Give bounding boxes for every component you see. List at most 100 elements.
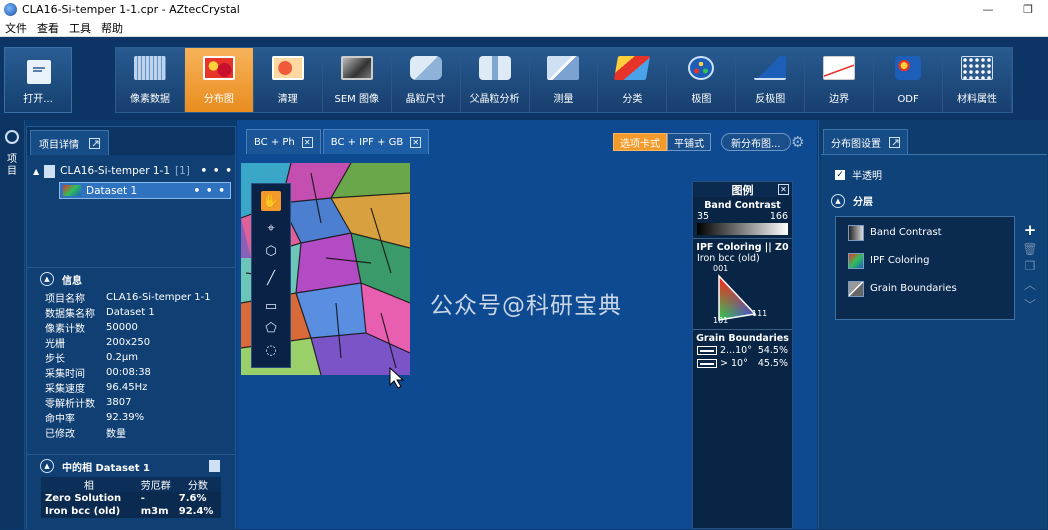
semi-transparent-checkbox[interactable]: ✓ 半透明 xyxy=(835,167,882,182)
tab-bc-ph[interactable]: BC + Ph ✕ xyxy=(246,129,321,154)
layer-band-contrast[interactable]: Band Contrast xyxy=(836,220,1014,245)
layers-header[interactable]: ▲ 分层 xyxy=(831,193,873,208)
delete-layer-icon[interactable]: 🗑 xyxy=(1022,242,1037,256)
copy-layer-icon[interactable]: ❐ xyxy=(1025,259,1036,273)
app-icon xyxy=(4,3,17,16)
add-layer-icon[interactable]: + xyxy=(1024,221,1037,239)
tool-material-props[interactable]: 材料属性 xyxy=(943,48,1012,112)
info-row: 已修改 数量 xyxy=(45,425,211,440)
tool-inverse-pole-figure[interactable]: 反极图 xyxy=(736,48,806,112)
tree-dataset-row[interactable]: Dataset 1 • • • xyxy=(59,182,231,199)
tool-label: 分类 xyxy=(622,94,643,105)
more-options-icon[interactable]: • • • xyxy=(194,185,226,197)
maximize-button[interactable]: ❐ xyxy=(1008,0,1048,19)
tab-map-settings[interactable]: 分布图设置 xyxy=(823,129,908,154)
col-laue-group: 劳厄群 xyxy=(136,477,175,492)
menu-help[interactable]: 帮助 xyxy=(96,20,128,36)
collapse-up-icon[interactable]: ▲ xyxy=(831,193,845,208)
gb-row: > 10° 45.5% xyxy=(693,357,792,370)
info-title: 信息 xyxy=(62,275,82,287)
ipf-corner-101: 101 xyxy=(713,316,729,325)
info-key: 采集时间 xyxy=(45,369,85,380)
open-button[interactable]: 打开... xyxy=(4,47,72,113)
lasso-select-icon[interactable]: ◌ xyxy=(261,340,281,360)
more-options-icon[interactable]: • • • xyxy=(201,165,233,177)
cell: Iron bcc (old) xyxy=(41,505,137,518)
tool-pole-figure[interactable]: 极图 xyxy=(667,48,737,112)
popout-icon[interactable] xyxy=(889,136,900,148)
collapse-icon[interactable] xyxy=(5,130,19,144)
info-row: 命中率 92.39% xyxy=(45,410,211,425)
tab-project-details[interactable]: 项目详情 xyxy=(30,130,109,155)
tool-measure[interactable]: 测量 xyxy=(529,48,599,112)
gb-legend-title: Grain Boundaries xyxy=(696,333,789,344)
pan-hand-icon[interactable]: ✋ xyxy=(261,191,281,211)
close-icon[interactable]: ✕ xyxy=(778,184,789,195)
tool-boundary[interactable]: 边界 xyxy=(805,48,875,112)
tool-pixel-data[interactable]: 像素数据 xyxy=(116,48,185,112)
layers-list: Band Contrast IPF Coloring Grain Boundar… xyxy=(835,216,1015,320)
tool-parent-grain[interactable]: 父晶粒分析 xyxy=(460,48,530,112)
popout-icon[interactable] xyxy=(89,137,100,149)
expand-triangle-icon[interactable]: ▲ xyxy=(33,167,39,176)
collapse-up-icon[interactable]: ▲ xyxy=(40,272,54,286)
phases-header[interactable]: ▲ 中的相 Dataset 1 xyxy=(27,455,235,477)
info-header[interactable]: ▲ 信息 xyxy=(27,268,235,290)
gear-icon[interactable]: ⚙ xyxy=(791,134,807,150)
menu-view[interactable]: 查看 xyxy=(32,20,64,36)
minimize-button[interactable]: — xyxy=(968,0,1008,19)
menu-tools[interactable]: 工具 xyxy=(64,20,96,36)
new-map-button[interactable]: 新分布图... xyxy=(721,133,791,151)
layer-actions: + 🗑 ❐ ︿ ﹀ xyxy=(1022,221,1037,313)
info-section: ▲ 信息 项目名称 CLA16-Si-temper 1-1 数据集名称 Dataset… xyxy=(27,267,235,448)
cell: - xyxy=(136,492,175,505)
gb-label: > 10° xyxy=(720,358,748,369)
tool-sem-image[interactable]: SEM 图像 xyxy=(322,48,392,112)
info-key: 项目名称 xyxy=(45,294,85,305)
checkbox-label: 半透明 xyxy=(852,171,882,182)
collapse-up-icon[interactable]: ▲ xyxy=(40,459,54,473)
table-row[interactable]: Iron bcc (old) m3m 92.4% xyxy=(41,505,221,518)
tabbed-view-button[interactable]: 选项卡式 xyxy=(613,133,667,151)
move-down-icon[interactable]: ﹀ xyxy=(1024,296,1036,313)
tool-map[interactable]: 分布图 xyxy=(184,48,254,112)
line-tool-icon[interactable]: ╱ xyxy=(261,268,281,288)
ipf-phase-name: Iron bcc (old) xyxy=(697,253,760,264)
tool-label: ODF xyxy=(897,94,919,105)
info-row: 采集时间 00:08:38 xyxy=(45,365,211,380)
tool-odf[interactable]: ODF xyxy=(874,48,944,112)
phase-list-icon[interactable] xyxy=(209,460,220,472)
phases-section: ▲ 中的相 Dataset 1 相 劳厄群 分数 Zero Solution -… xyxy=(27,454,235,530)
polygon-select-icon[interactable]: ⬠ xyxy=(261,318,281,338)
tool-label: 分布图 xyxy=(203,94,234,105)
grain-size-icon xyxy=(409,56,442,80)
bc-gradient-bar xyxy=(697,223,788,235)
tree-project-row[interactable]: ▲ CLA16-Si-temper 1-1 [1] • • • xyxy=(33,163,233,179)
layer-ipf-coloring[interactable]: IPF Coloring xyxy=(836,248,1014,273)
info-table: 项目名称 CLA16-Si-temper 1-1 数据集名称 Dataset 1 像素计… xyxy=(45,290,211,440)
close-icon[interactable]: ✕ xyxy=(410,136,422,148)
tool-grain-size[interactable]: 晶粒尺寸 xyxy=(391,48,461,112)
project-strip-label[interactable]: 项目 xyxy=(7,154,19,178)
tab-bc-ipf-gb[interactable]: BC + IPF + GB ✕ xyxy=(322,129,430,154)
table-row[interactable]: Zero Solution - 7.6% xyxy=(41,492,221,505)
crosshair-icon[interactable]: ⌖ xyxy=(261,218,281,238)
info-row: 采集速度 96.45Hz xyxy=(45,380,211,395)
tool-classify[interactable]: 分类 xyxy=(598,48,668,112)
cell: 7.6% xyxy=(174,492,221,505)
gb-swatch xyxy=(697,346,717,355)
layer-grain-boundaries[interactable]: Grain Boundaries xyxy=(836,276,1014,301)
menu-file[interactable]: 文件 xyxy=(0,20,32,36)
project-name: CLA16-Si-temper 1-1 xyxy=(60,165,171,177)
ipf-legend-title: IPF Coloring || Z0 xyxy=(696,242,789,253)
tiled-view-button[interactable]: 平铺式 xyxy=(667,133,711,151)
info-key: 光栅 xyxy=(45,339,65,350)
tool-cleanup[interactable]: 清理 xyxy=(253,48,323,112)
rect-select-icon[interactable]: ▭ xyxy=(261,296,281,316)
hexagon-select-icon[interactable]: ⬡ xyxy=(261,241,281,261)
close-icon[interactable]: ✕ xyxy=(301,136,313,148)
layer-label: Grain Boundaries xyxy=(870,283,957,294)
move-up-icon[interactable]: ︿ xyxy=(1024,276,1036,293)
info-value: 50000 xyxy=(106,322,138,333)
material-props-icon xyxy=(961,56,994,80)
